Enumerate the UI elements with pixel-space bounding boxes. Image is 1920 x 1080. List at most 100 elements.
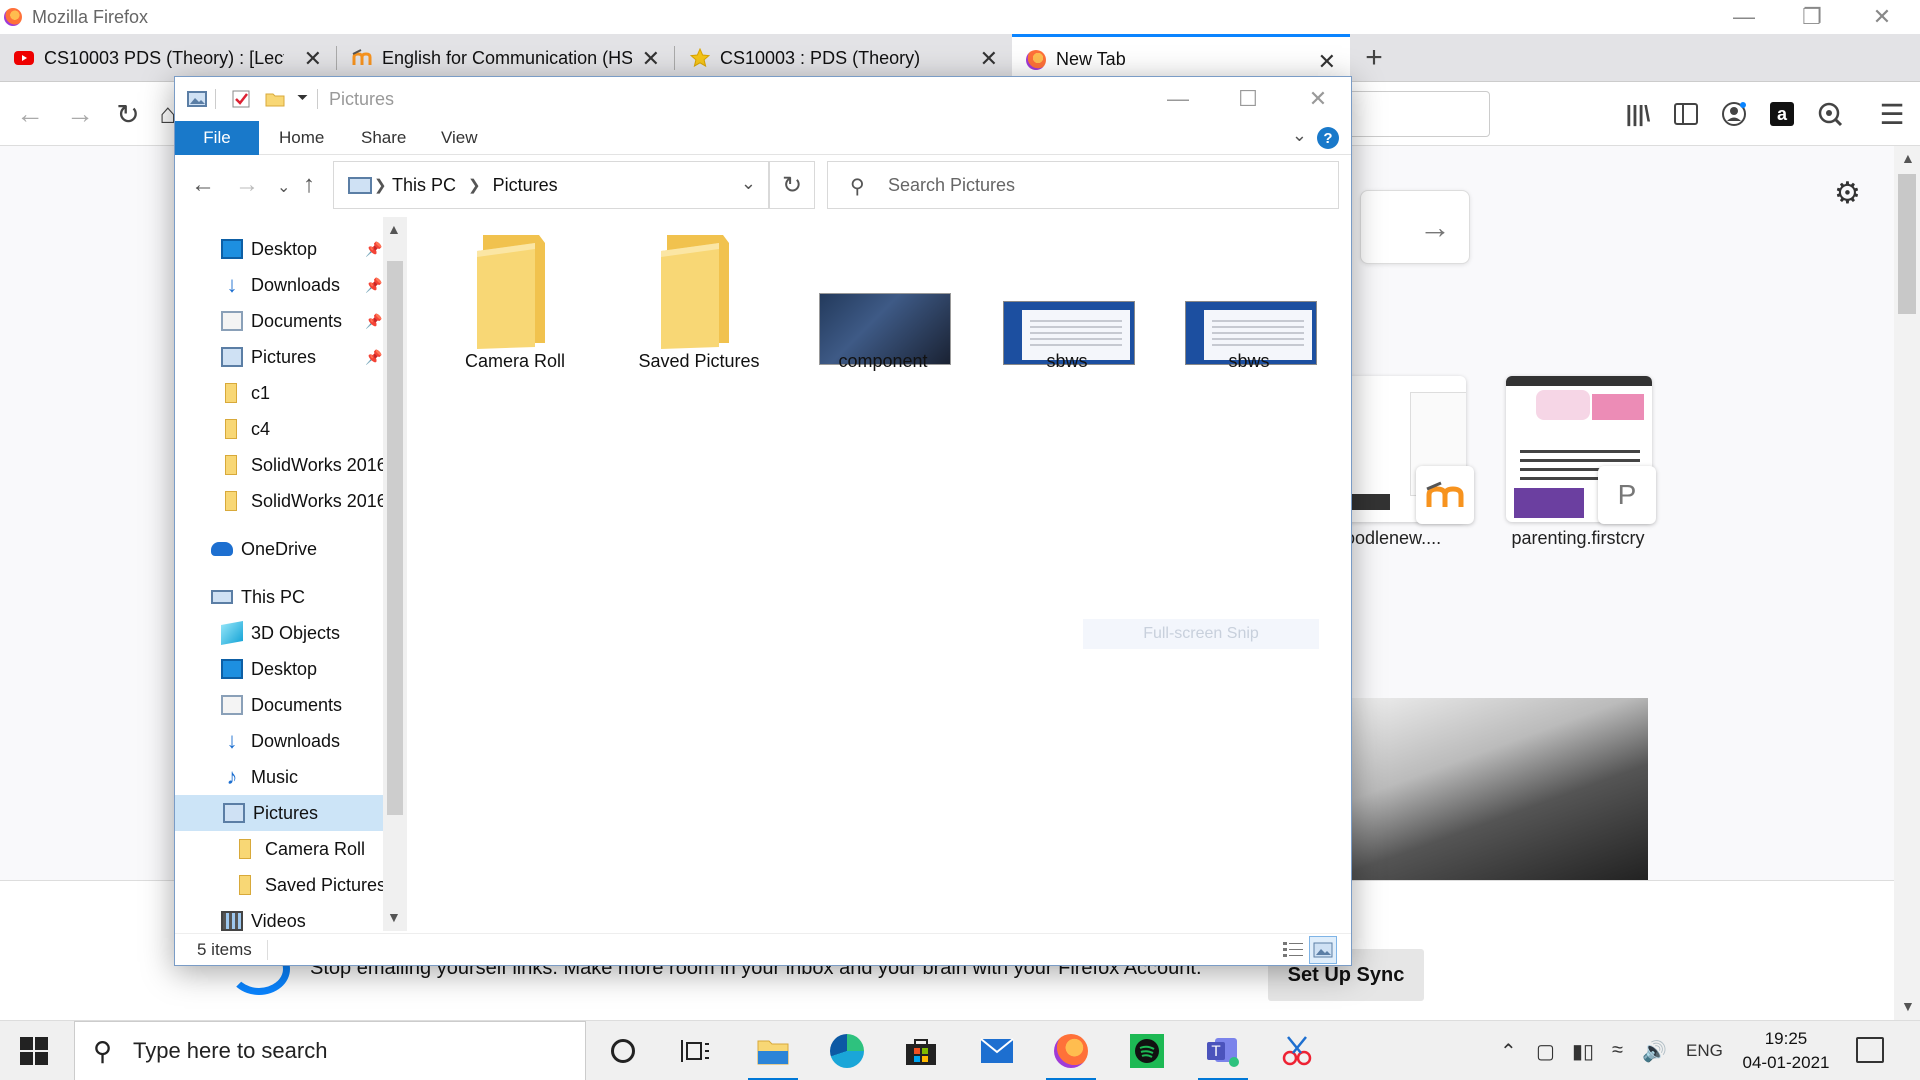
- nav-item-downloads[interactable]: ↓ Downloads: [221, 267, 341, 303]
- nav-item-solidworks[interactable]: SolidWorks 2016: [221, 447, 387, 483]
- pin-icon[interactable]: 📌: [365, 313, 382, 330]
- battery-icon[interactable]: ▮▯: [1572, 1039, 1594, 1064]
- tab-cs10003-pds[interactable]: CS10003 : PDS (Theory) ✕: [676, 34, 1012, 82]
- explorer-minimize-button[interactable]: —: [1143, 77, 1213, 121]
- ribbon-tab-share[interactable]: Share: [341, 121, 426, 155]
- nav-item-pictures[interactable]: Pictures: [221, 339, 316, 375]
- language-indicator[interactable]: ENG: [1686, 1041, 1723, 1061]
- pin-icon[interactable]: 📌: [365, 349, 382, 366]
- amazon-extension-icon[interactable]: a: [1766, 98, 1798, 130]
- details-view-icon[interactable]: [1279, 936, 1307, 964]
- large-icons-view-icon[interactable]: [1309, 936, 1337, 964]
- sidebar-icon[interactable]: [1670, 98, 1702, 130]
- forward-arrow-icon[interactable]: →: [235, 171, 259, 199]
- teams-icon[interactable]: T: [1194, 1027, 1252, 1080]
- scrollbar-thumb[interactable]: [387, 261, 403, 815]
- chevron-down-icon[interactable]: ⌄: [741, 173, 756, 194]
- address-bar[interactable]: ❯ This PC ❯ Pictures ⌄: [333, 161, 769, 209]
- nav-item-solidworks[interactable]: SolidWorks 2016: [221, 483, 387, 519]
- spotify-icon[interactable]: [1118, 1027, 1176, 1075]
- tab-english-communication[interactable]: English for Communication (HS ✕: [338, 34, 674, 82]
- ribbon-tab-file[interactable]: File: [175, 121, 259, 155]
- account-icon[interactable]: [1718, 98, 1750, 130]
- firefox-taskbar-icon[interactable]: [1042, 1027, 1100, 1080]
- up-arrow-icon[interactable]: ↑: [303, 171, 315, 199]
- back-arrow-icon[interactable]: ←: [191, 171, 215, 199]
- nav-item-3d-objects[interactable]: 3D Objects: [221, 615, 340, 651]
- file-item-sbws[interactable]: sbws: [1169, 217, 1329, 397]
- nav-item-this-pc[interactable]: This PC: [211, 579, 305, 615]
- pin-icon[interactable]: 📌: [365, 241, 382, 258]
- scroll-down-icon[interactable]: ▼: [387, 909, 401, 925]
- wifi-icon[interactable]: ≈: [1612, 1039, 1623, 1062]
- device-icon[interactable]: ▢: [1536, 1039, 1555, 1064]
- explorer-maximize-button[interactable]: ☐: [1213, 77, 1283, 121]
- library-icon[interactable]: |||\: [1622, 98, 1654, 130]
- back-arrow-icon[interactable]: ←: [14, 98, 46, 130]
- nav-item-c1[interactable]: c1: [221, 375, 270, 411]
- search-input[interactable]: ⚲ Search Pictures: [827, 161, 1339, 209]
- recent-locations-icon[interactable]: ⌄: [277, 177, 290, 197]
- nav-item-music[interactable]: ♪ Music: [221, 759, 299, 795]
- forward-arrow-icon[interactable]: →: [64, 98, 96, 130]
- breadcrumb-pictures[interactable]: Pictures: [493, 175, 558, 196]
- close-tab-icon[interactable]: ✕: [304, 46, 322, 72]
- nav-item-camera-roll[interactable]: Camera Roll: [237, 831, 365, 867]
- customize-qa-icon[interactable]: ⏷: [297, 89, 317, 109]
- refresh-icon[interactable]: ↻: [769, 161, 815, 209]
- scroll-up-icon[interactable]: ▲: [1901, 150, 1915, 166]
- gear-icon[interactable]: ⚙: [1834, 176, 1861, 211]
- close-tab-icon[interactable]: ✕: [980, 46, 998, 72]
- close-tab-icon[interactable]: ✕: [1318, 49, 1336, 75]
- windows-start-icon[interactable]: [20, 1037, 48, 1065]
- lockwise-icon[interactable]: [1814, 98, 1846, 130]
- explorer-close-button[interactable]: ✕: [1283, 77, 1353, 121]
- file-item-component[interactable]: component: [803, 217, 963, 397]
- ribbon-tab-view[interactable]: View: [421, 121, 498, 155]
- notification-center-icon[interactable]: [1856, 1037, 1884, 1063]
- edge-icon[interactable]: [818, 1027, 876, 1075]
- show-hidden-icons-chevron-up-icon[interactable]: ⌃: [1500, 1039, 1517, 1064]
- taskbar-search-box[interactable]: ⚲ Type here to search: [74, 1021, 586, 1080]
- url-bar[interactable]: [1340, 91, 1490, 137]
- file-explorer-taskbar-icon[interactable]: [744, 1027, 802, 1080]
- file-item-camera-roll[interactable]: Camera Roll: [435, 217, 595, 397]
- cortana-icon[interactable]: [594, 1027, 652, 1075]
- restore-button[interactable]: ❐: [1782, 0, 1842, 34]
- nav-item-videos[interactable]: Videos: [221, 903, 306, 931]
- nav-item-pictures[interactable]: Pictures: [175, 795, 387, 831]
- scroll-up-icon[interactable]: ▲: [387, 221, 401, 237]
- expand-ribbon-icon[interactable]: ⌄: [1292, 125, 1307, 146]
- nav-item-saved-pictures[interactable]: Saved Pictures: [237, 867, 386, 903]
- ribbon-tab-home[interactable]: Home: [259, 121, 344, 155]
- pin-icon[interactable]: 📌: [365, 277, 382, 294]
- tab-new-tab[interactable]: New Tab ✕: [1012, 34, 1350, 82]
- highlight-photo[interactable]: [1352, 698, 1648, 880]
- mail-icon[interactable]: [968, 1027, 1026, 1075]
- close-tab-icon[interactable]: ✕: [642, 46, 660, 72]
- reload-icon[interactable]: ↻: [112, 98, 144, 130]
- nav-item-c4[interactable]: c4: [221, 411, 270, 447]
- navigation-pane-scrollbar[interactable]: ▲ ▼: [383, 217, 407, 931]
- nav-item-documents[interactable]: Documents: [221, 687, 342, 723]
- scrollbar-thumb[interactable]: [1898, 174, 1916, 314]
- nav-item-onedrive[interactable]: OneDrive: [211, 531, 317, 567]
- new-folder-icon[interactable]: [265, 89, 285, 109]
- page-scrollbar[interactable]: ▲ ▼: [1894, 146, 1920, 1020]
- store-icon[interactable]: [892, 1027, 950, 1075]
- new-tab-plus-icon[interactable]: +: [1358, 41, 1390, 74]
- file-item-sbws[interactable]: sbws: [987, 217, 1147, 397]
- hamburger-menu-icon[interactable]: ☰: [1876, 98, 1908, 130]
- nav-item-desktop[interactable]: Desktop: [221, 651, 317, 687]
- search-go-button[interactable]: →: [1360, 190, 1470, 264]
- close-button[interactable]: ✕: [1852, 0, 1912, 34]
- breadcrumb-this-pc[interactable]: This PC: [392, 175, 456, 196]
- nav-item-desktop[interactable]: Desktop: [221, 231, 317, 267]
- tab-youtube-lecture[interactable]: CS10003 PDS (Theory) : [Lectur ✕: [0, 34, 336, 82]
- snipping-tool-icon[interactable]: [1268, 1027, 1326, 1075]
- properties-icon[interactable]: [231, 89, 251, 109]
- minimize-button[interactable]: —: [1714, 0, 1774, 34]
- clock[interactable]: 19:25 04-01-2021: [1738, 1027, 1834, 1075]
- file-item-saved-pictures[interactable]: Saved Pictures: [619, 217, 779, 397]
- volume-icon[interactable]: 🔊: [1642, 1039, 1667, 1064]
